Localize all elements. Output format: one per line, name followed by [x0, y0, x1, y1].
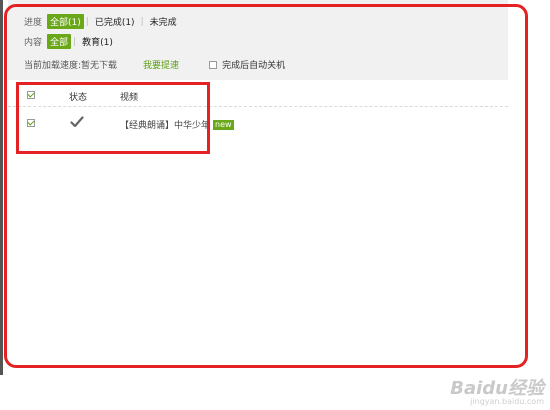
watermark-logo: Baidu经验 — [450, 378, 544, 399]
watermark-url: jingyan.baidu.com — [470, 397, 544, 406]
watermark: Baidu经验 jingyan.baidu.com — [450, 380, 544, 406]
highlight-frame-inner — [16, 82, 210, 154]
window-left-edge — [0, 0, 3, 375]
highlight-frame-outer — [4, 4, 528, 368]
